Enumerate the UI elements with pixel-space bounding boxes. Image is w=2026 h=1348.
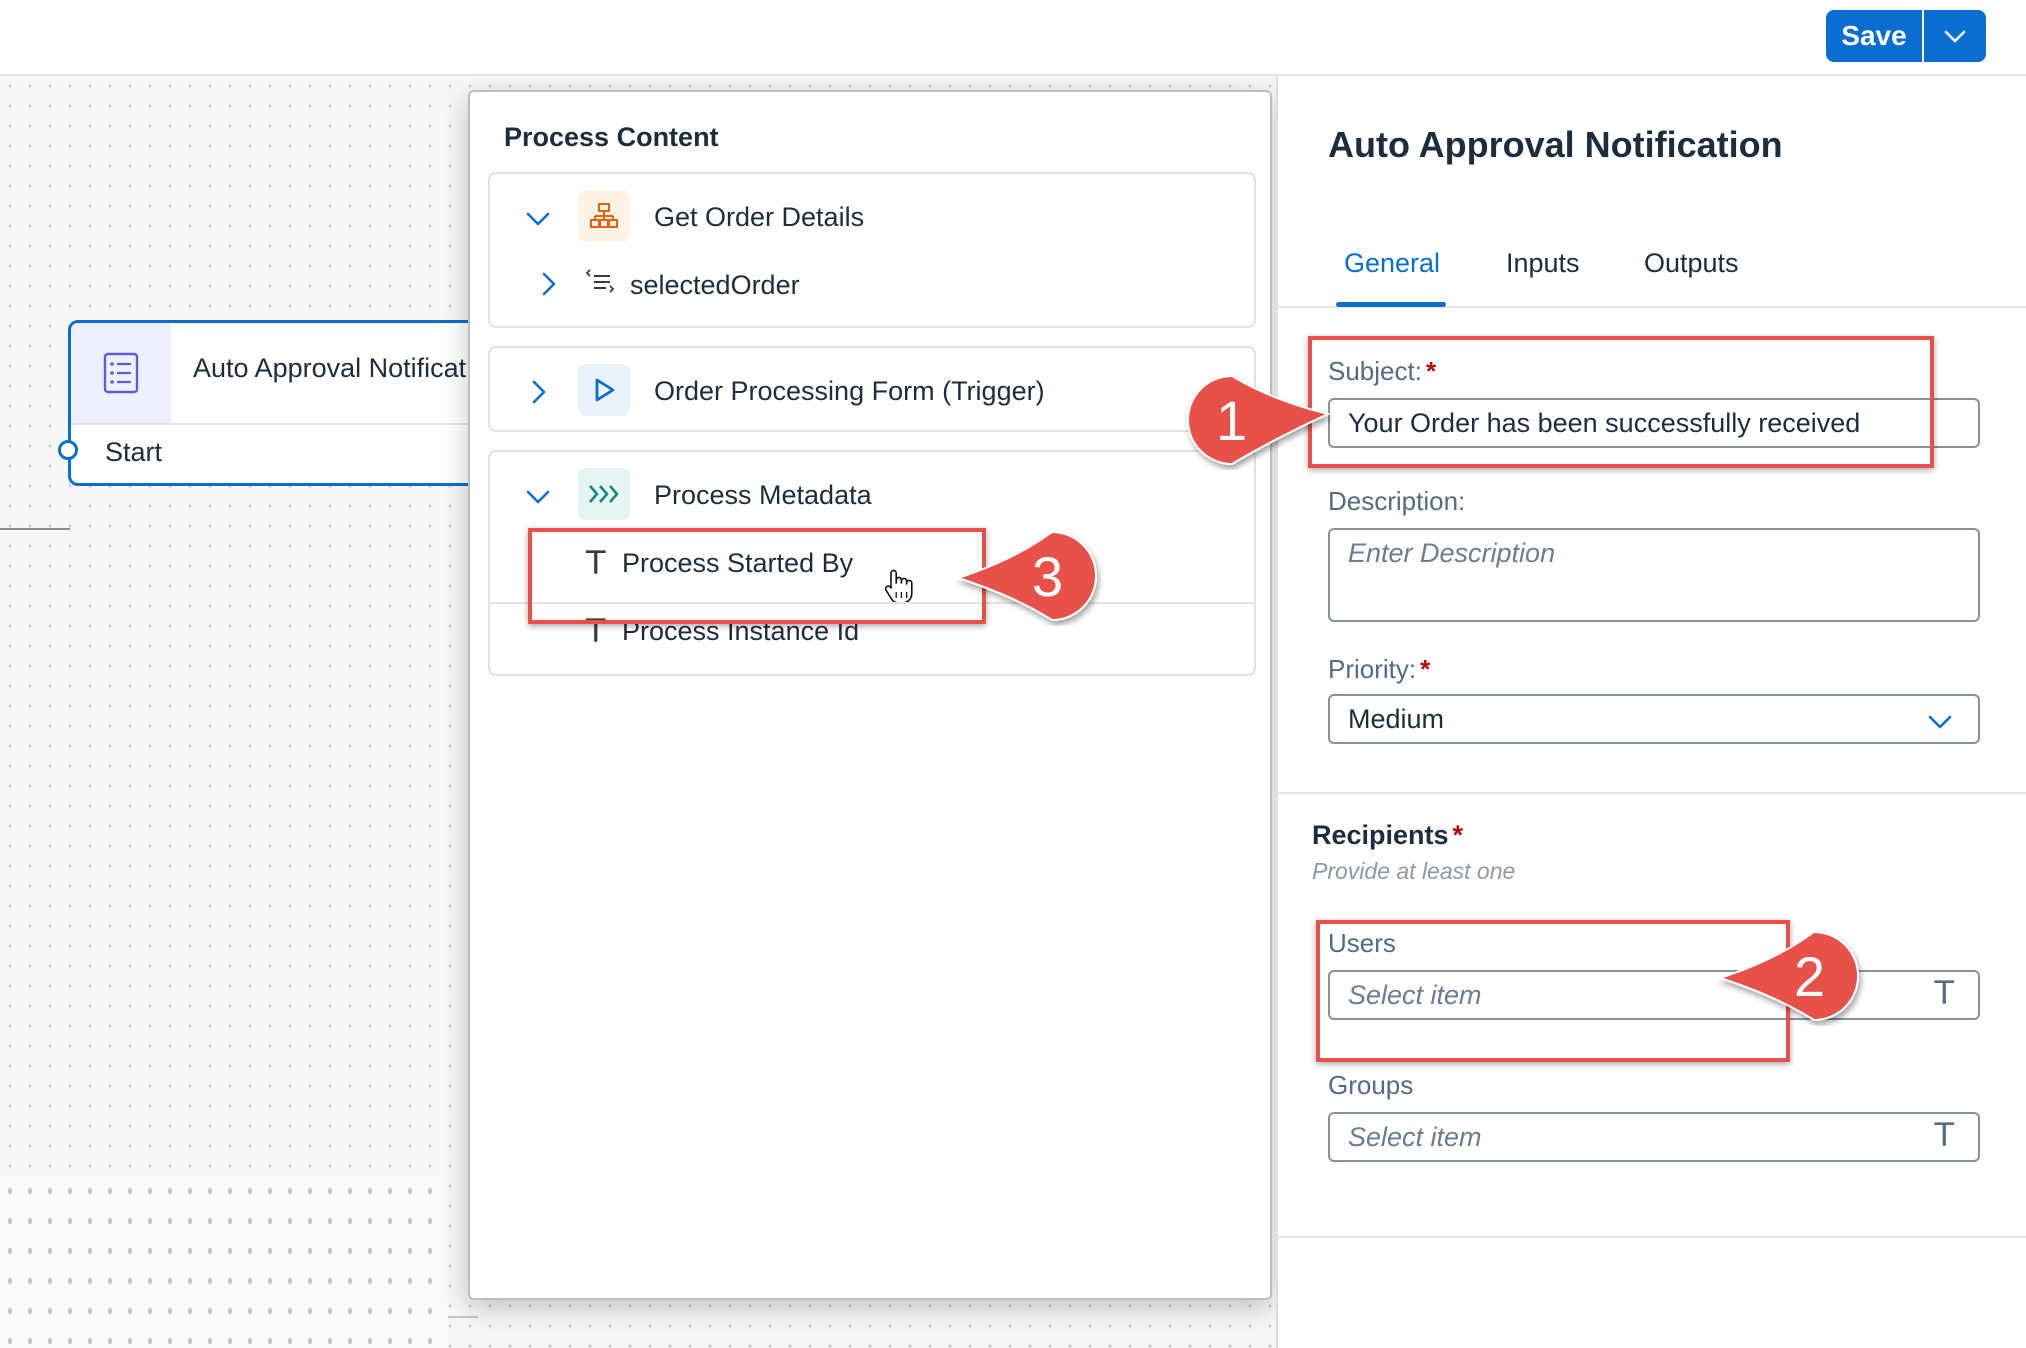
- tree-item-get-order-details[interactable]: Get Order Details: [490, 182, 1254, 252]
- groups-label: Groups: [1328, 1070, 1414, 1100]
- structure-icon: [585, 269, 615, 293]
- connector-line: [448, 1316, 478, 1318]
- save-button[interactable]: Save: [1826, 10, 1924, 62]
- groups-input[interactable]: Select item T: [1328, 1112, 1980, 1162]
- play-trigger-icon: [578, 364, 630, 416]
- recipients-hint: Provide at least one: [1312, 858, 1516, 884]
- text-type-icon[interactable]: T: [1934, 1116, 1954, 1154]
- properties-panel: Auto Approval Notification General Input…: [1276, 76, 2026, 1348]
- callout-badge-2: 2: [1716, 926, 1866, 1026]
- priority-select[interactable]: Medium: [1328, 694, 1980, 744]
- content-group-order-processing-form: Order Processing Form (Trigger): [488, 346, 1256, 432]
- process-content-popover: Process Content Get Order Details select…: [468, 90, 1272, 1300]
- required-indicator: *: [1452, 820, 1464, 850]
- chevron-down-icon[interactable]: [524, 482, 552, 510]
- popover-title: Process Content: [504, 122, 719, 152]
- tree-item-selected-order[interactable]: selectedOrder: [490, 244, 1254, 314]
- process-chevrons-icon: [578, 468, 630, 520]
- priority-label: Priority: *: [1328, 654, 1431, 684]
- content-group-get-order-details: Get Order Details selectedOrder: [488, 172, 1256, 328]
- node-start-label: Start: [105, 437, 163, 467]
- description-placeholder: Enter Description: [1348, 538, 1556, 568]
- tab-general[interactable]: General: [1344, 248, 1440, 279]
- callout-badge-1: 1: [1172, 370, 1332, 470]
- chevron-right-icon[interactable]: [534, 270, 562, 298]
- callout-number: 3: [1032, 545, 1064, 608]
- tree-item-label: Process Metadata: [654, 480, 872, 510]
- process-step-node[interactable]: Auto Approval Notificat Start: [68, 320, 488, 486]
- chevron-down-icon: [1944, 30, 1966, 43]
- callout-badge-3: 3: [954, 526, 1104, 626]
- description-textarea[interactable]: Enter Description: [1328, 528, 1980, 622]
- priority-value: Medium: [1348, 703, 1445, 734]
- node-connection-port[interactable]: [58, 440, 78, 460]
- form-list-icon: [103, 352, 139, 394]
- chevron-right-icon[interactable]: [524, 378, 552, 406]
- tree-item-order-processing-form[interactable]: Order Processing Form (Trigger): [490, 356, 1254, 426]
- tree-item-label: selectedOrder: [630, 270, 800, 300]
- node-title: Auto Approval Notificat: [193, 353, 467, 383]
- tree-item-label: Get Order Details: [654, 202, 865, 232]
- description-label: Description:: [1328, 486, 1466, 516]
- callout-marker-icon: [1187, 374, 1331, 466]
- chevron-down-icon: [1928, 715, 1952, 729]
- node-icon-tile: [71, 323, 171, 423]
- section-divider: [1278, 1236, 2026, 1238]
- callout-number: 1: [1216, 389, 1248, 452]
- highlight-box-subject: [1308, 336, 1934, 468]
- recipients-title: Recipients *: [1312, 820, 1464, 850]
- tab-outputs[interactable]: Outputs: [1644, 248, 1739, 279]
- tree-item-label: Order Processing Form (Trigger): [654, 376, 1045, 406]
- callout-marker-icon: [954, 530, 1097, 622]
- tree-item-process-metadata[interactable]: Process Metadata: [490, 460, 1254, 530]
- top-toolbar: Save: [0, 0, 2026, 76]
- highlight-box-process-started-by: [528, 528, 986, 624]
- groups-placeholder: Select item: [1348, 1121, 1482, 1152]
- chevron-down-icon[interactable]: [524, 204, 552, 232]
- tab-inputs[interactable]: Inputs: [1506, 248, 1580, 279]
- canvas-dotted-region: [0, 1176, 448, 1348]
- save-options-button[interactable]: [1924, 10, 1986, 62]
- required-indicator: *: [1420, 654, 1431, 684]
- callout-number: 2: [1794, 945, 1826, 1008]
- panel-title: Auto Approval Notification: [1328, 124, 1783, 165]
- text-type-icon[interactable]: T: [1934, 974, 1954, 1012]
- hierarchy-icon: [578, 190, 630, 242]
- save-button-group: Save: [1826, 10, 1986, 62]
- callout-marker-icon: [1716, 930, 1859, 1022]
- section-divider: [1278, 792, 2026, 794]
- active-tab-indicator: [1336, 302, 1446, 307]
- node-divider: [71, 423, 485, 425]
- tab-bar: General Inputs Outputs: [1278, 226, 2026, 308]
- connector-line: [0, 528, 70, 530]
